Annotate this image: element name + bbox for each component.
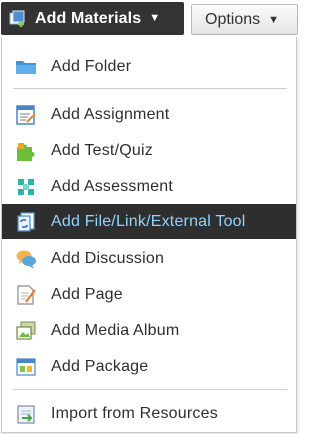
- assessment-icon: [18, 179, 34, 195]
- menu-item-label: Add Discussion: [51, 249, 165, 267]
- puzzle-icon: [17, 143, 35, 161]
- menu-item-add-assessment[interactable]: Add Assessment: [2, 169, 296, 204]
- toolbar: Add Materials ▼ Options ▼: [0, 0, 300, 36]
- folder-icon: [16, 61, 36, 74]
- menu-item-label: Add Assignment: [51, 105, 170, 123]
- menu-item-label: Add File/Link/External Tool: [51, 212, 246, 230]
- menu-divider: [13, 389, 287, 390]
- menu-item-add-test-quiz[interactable]: Add Test/Quiz: [2, 133, 296, 168]
- menu-item-label: Add Page: [51, 285, 123, 303]
- menu-item-label: Add Folder: [51, 57, 132, 75]
- menu-item-label: Add Test/Quiz: [51, 141, 153, 159]
- menu-item-label: Add Package: [51, 357, 149, 375]
- menu-item-label: Add Assessment: [51, 177, 173, 195]
- page-icon: [17, 285, 36, 305]
- add-materials-label: Add Materials: [35, 9, 142, 27]
- add-materials-menu: Add Folder Add Assignment Add Test/Quiz …: [1, 37, 297, 433]
- menu-item-import-from-resources[interactable]: Import from Resources: [2, 396, 296, 431]
- discussion-icon: [16, 250, 36, 269]
- import-icon: [17, 405, 35, 424]
- menu-item-add-page[interactable]: Add Page: [2, 277, 296, 312]
- options-label: Options: [205, 10, 261, 28]
- file-link-icon: [17, 212, 35, 232]
- menu-item-add-file-link-external-tool[interactable]: Add File/Link/External Tool: [2, 204, 296, 239]
- package-icon: [16, 358, 36, 376]
- menu-item-add-package[interactable]: Add Package: [2, 349, 296, 384]
- assignment-icon: [16, 105, 36, 125]
- menu-item-add-assignment[interactable]: Add Assignment: [2, 97, 296, 132]
- add-materials-button[interactable]: Add Materials ▼: [1, 2, 184, 35]
- menu-item-add-discussion[interactable]: Add Discussion: [2, 241, 296, 276]
- chevron-down-icon: ▼: [149, 12, 161, 24]
- menu-item-add-media-album[interactable]: Add Media Album: [2, 313, 296, 348]
- menu-item-add-folder[interactable]: Add Folder: [2, 49, 296, 84]
- media-album-icon: [16, 321, 36, 340]
- chevron-down-icon: ▼: [268, 13, 280, 26]
- add-materials-icon: [9, 10, 25, 27]
- menu-item-label: Import from Resources: [51, 404, 218, 422]
- menu-item-label: Add Media Album: [51, 321, 180, 339]
- menu-divider: [13, 88, 287, 89]
- options-button[interactable]: Options ▼: [191, 4, 298, 35]
